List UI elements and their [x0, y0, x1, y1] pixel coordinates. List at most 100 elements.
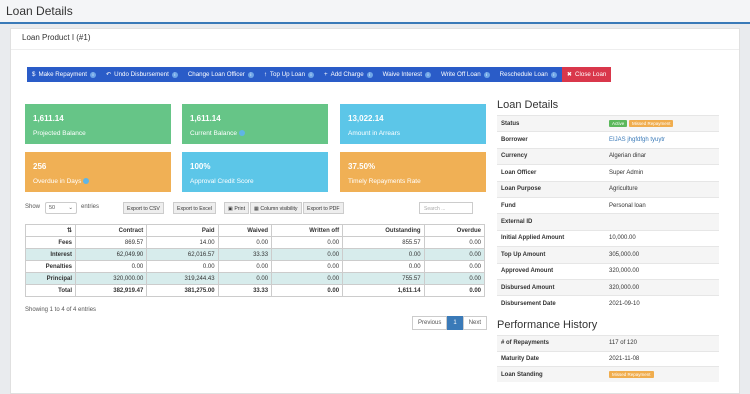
approval-credit-score-tile: 100% Approval Credit Score [182, 152, 328, 192]
table-cell: 0.00 [271, 248, 344, 261]
loan-summary-table: ⇅ Contract Paid Waived Written off Outst… [25, 224, 486, 297]
page-size-select[interactable]: 50 ⌄ [45, 202, 77, 214]
column-header[interactable]: Overdue [423, 224, 486, 237]
detail-row: Initial Applied Amount 10,000.00 [497, 229, 719, 247]
column-header[interactable]: Waived [217, 224, 273, 237]
table-cell: 0.00 [146, 260, 219, 273]
detail-value: 10,000.00 [605, 229, 719, 247]
info-icon[interactable]: i [171, 71, 178, 78]
waive-interest-button[interactable]: Waive Interest i [378, 67, 436, 82]
table-cell: 319,244.43 [146, 272, 219, 285]
previous-page-button[interactable]: Previous [412, 316, 448, 330]
info-icon[interactable]: i [550, 71, 557, 78]
card-title: Loan Product I (#1) [22, 33, 91, 42]
table-cell: 0.00 [271, 284, 344, 297]
undo-icon: ↶ [105, 71, 112, 78]
detail-label: Initial Applied Amount [497, 229, 605, 247]
export-pdf-button[interactable]: Export to PDF [303, 202, 344, 214]
detail-label: Currency [497, 147, 605, 165]
close-loan-button[interactable]: ✖ Close Loan [561, 67, 612, 82]
borrower-link[interactable]: EIJAS jhgfdfgh tyuytr [605, 131, 719, 149]
table-cell: 1,611.14 [342, 284, 425, 297]
action-label: Close Loan [575, 71, 607, 78]
table-cell: 0.00 [423, 236, 486, 249]
info-icon[interactable]: i [425, 71, 431, 78]
info-icon[interactable]: i [308, 71, 315, 78]
tile-value: 1,611.14 [190, 114, 221, 123]
search-input[interactable]: Search ... [419, 202, 473, 214]
info-icon[interactable]: i [247, 71, 254, 78]
tile-label: Timely Repayments Rate [348, 178, 421, 185]
table-cell: 381,275.00 [146, 284, 219, 297]
column-header[interactable]: Contract [74, 224, 148, 237]
tile-value: 256 [33, 162, 47, 171]
reschedule-loan-button[interactable]: Reschedule Loan i [495, 67, 562, 82]
detail-label: Disbursed Amount [497, 278, 605, 296]
info-icon[interactable]: i [89, 71, 96, 78]
detail-value: 320,000.00 [605, 262, 719, 280]
info-icon[interactable]: i [366, 71, 373, 78]
detail-row: # of Repayments 117 of 120 [497, 335, 719, 351]
column-header[interactable]: Written off [271, 224, 344, 237]
page-1-button[interactable]: 1 [447, 316, 463, 330]
close-icon: ✖ [566, 71, 573, 78]
loan-details-title: Loan Details [497, 99, 559, 111]
help-icon[interactable] [238, 130, 245, 137]
detail-label: Status [497, 114, 605, 132]
table-cell: 0.00 [423, 248, 486, 261]
table-cell: 855.57 [342, 236, 425, 249]
detail-label: Approved Amount [497, 262, 605, 280]
add-charge-button[interactable]: + Add Charge i [319, 67, 378, 82]
detail-row: Fund Personal loan [497, 196, 719, 214]
action-bar: $ Make Repayment i ↶ Undo Disbursement i Cha… [27, 67, 612, 82]
action-label: Undo Disbursement [114, 71, 169, 78]
table-row: Fees 869.57 14.00 0.00 0.00 855.57 0.00 [25, 236, 486, 249]
detail-value: Super Admin [605, 164, 719, 182]
detail-row: External ID [497, 213, 719, 231]
undo-disbursement-button[interactable]: ↶ Undo Disbursement i [101, 67, 183, 82]
table-cell: 0.00 [74, 260, 148, 273]
detail-value: Agriculture [605, 180, 719, 198]
detail-label: Fund [497, 196, 605, 214]
table-header-row: ⇅ Contract Paid Waived Written off Outst… [25, 224, 486, 237]
detail-value: 2021-09-10 [605, 295, 719, 313]
detail-value: Personal loan [605, 196, 719, 214]
table-row: Principal 320,000.00 319,244.43 0.00 0.0… [25, 272, 486, 285]
tile-label-wrap: Overdue in Days [33, 178, 90, 185]
table-cell: 320,000.00 [74, 272, 148, 285]
print-button[interactable]: ▣ Print [224, 202, 250, 214]
table-cell: 0.00 [217, 272, 273, 285]
showing-entries-text: Showing 1 to 4 of 4 entries [25, 307, 97, 313]
table-cell: 0.00 [423, 260, 486, 273]
loan-details-table: Status Active Missed Repayment Borrower E… [497, 114, 719, 313]
table-cell: 0.00 [342, 248, 425, 261]
top-up-loan-button[interactable]: ↑ Top Up Loan i [259, 67, 319, 82]
detail-value: 320,000.00 [605, 278, 719, 296]
write-off-loan-button[interactable]: Write Off Loan i [436, 67, 495, 82]
detail-value: 305,000.00 [605, 246, 719, 264]
column-visibility-button[interactable]: ▦ Column visibility [250, 202, 302, 214]
detail-value [605, 213, 719, 231]
help-icon[interactable] [83, 178, 90, 185]
page-size-value: 50 [49, 205, 56, 211]
detail-row: Disbursed Amount 320,000.00 [497, 278, 719, 296]
timely-repayments-tile: 37.50% Timely Repayments Rate [340, 152, 486, 192]
export-csv-button[interactable]: Export to CSV [123, 202, 164, 214]
change-loan-officer-button[interactable]: Change Loan Officer i [183, 67, 259, 82]
sort-icon[interactable]: ⇅ [25, 224, 76, 237]
chevron-down-icon: ⌄ [68, 205, 73, 211]
detail-label: Loan Purpose [497, 180, 605, 198]
detail-row: Disbursement Date 2021-09-10 [497, 295, 719, 313]
overdue-days-tile: 256 Overdue in Days [25, 152, 171, 192]
next-page-button[interactable]: Next [462, 316, 488, 330]
export-excel-button[interactable]: Export to Excel [173, 202, 216, 214]
pagination: Previous 1 Next [412, 316, 488, 330]
column-header[interactable]: Paid [146, 224, 219, 237]
page-title: Loan Details [6, 4, 73, 18]
table-cell: 0.00 [217, 236, 273, 249]
amount-in-arrears-tile: 13,022.14 Amount in Arrears [340, 104, 486, 144]
column-header[interactable]: Outstanding [342, 224, 425, 237]
info-icon[interactable]: i [483, 71, 490, 78]
tile-value: 13,022.14 [348, 114, 384, 123]
make-repayment-button[interactable]: $ Make Repayment i [27, 67, 101, 82]
